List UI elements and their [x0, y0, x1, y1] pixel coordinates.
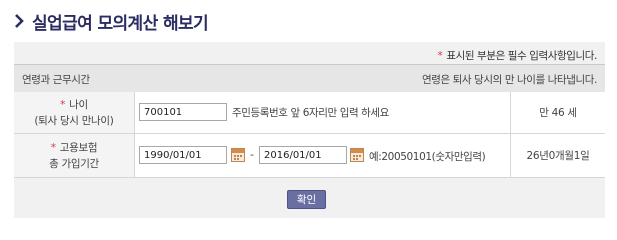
end-date-input[interactable]: [259, 146, 347, 164]
confirm-button[interactable]: 확인: [287, 190, 326, 209]
chevron-right-icon: [15, 14, 24, 28]
calendar-icon[interactable]: [350, 148, 364, 162]
insurance-period-result: 26년0개월1일: [510, 134, 605, 177]
period-label-line2: 총 가입기간: [49, 157, 99, 170]
age-label-line1: 나이: [69, 98, 88, 111]
start-date-input[interactable]: [139, 146, 227, 164]
page-header: 실업급여 모의계산 해보기: [14, 9, 209, 34]
required-note: * 표시된 부분은 필수 입력사항입니다.: [437, 48, 597, 63]
page-title: 실업급여 모의계산 해보기: [32, 13, 209, 34]
period-label-line1-wrap: * 고용보험: [50, 140, 98, 156]
section-header: 연령과 근무시간 연령은 퇴사 당시의 만 나이를 나타냅니다.: [14, 64, 605, 93]
section-description: 연령은 퇴사 당시의 만 나이를 나타냅니다.: [421, 74, 597, 86]
required-star: *: [60, 98, 66, 111]
date-format-hint: 예:20050101(숫자만입력): [369, 151, 486, 163]
required-star: *: [437, 50, 443, 62]
age-label-line2: (퇴사 당시 만나이): [34, 114, 114, 127]
calendar-icon[interactable]: [231, 148, 245, 162]
required-note-text: 표시된 부분은 필수 입력사항입니다.: [446, 50, 597, 62]
age-row: *나이 (퇴사 당시 만나이) 주민등록번호 앞 6자리만 입력 하세요 만 4…: [14, 92, 605, 134]
period-label-line1: 고용보험: [59, 141, 98, 154]
age-result: 만 46 세: [510, 92, 605, 133]
insurance-period-label: * 고용보험 총 가입기간: [14, 134, 135, 177]
input-table: *나이 (퇴사 당시 만나이) 주민등록번호 앞 6자리만 입력 하세요 만 4…: [14, 92, 605, 178]
unemployment-benefit-calculator: 실업급여 모의계산 해보기 * 표시된 부분은 필수 입력사항입니다. 연령과 근…: [0, 0, 617, 229]
required-star: *: [50, 141, 56, 154]
birth-date-hint: 주민등록번호 앞 6자리만 입력 하세요: [232, 107, 389, 119]
date-separator: -: [250, 148, 254, 161]
insurance-period-row: *고용보험 총 가입기간 - 예:20050101(숫자만입력) 26년0개월1…: [14, 134, 605, 178]
age-label: * 나이 (퇴사 당시 만나이): [14, 92, 135, 133]
age-label-line1-wrap: * 나이: [60, 97, 88, 113]
birth-date-input[interactable]: [139, 103, 227, 121]
section-title: 연령과 근무시간: [22, 74, 90, 86]
